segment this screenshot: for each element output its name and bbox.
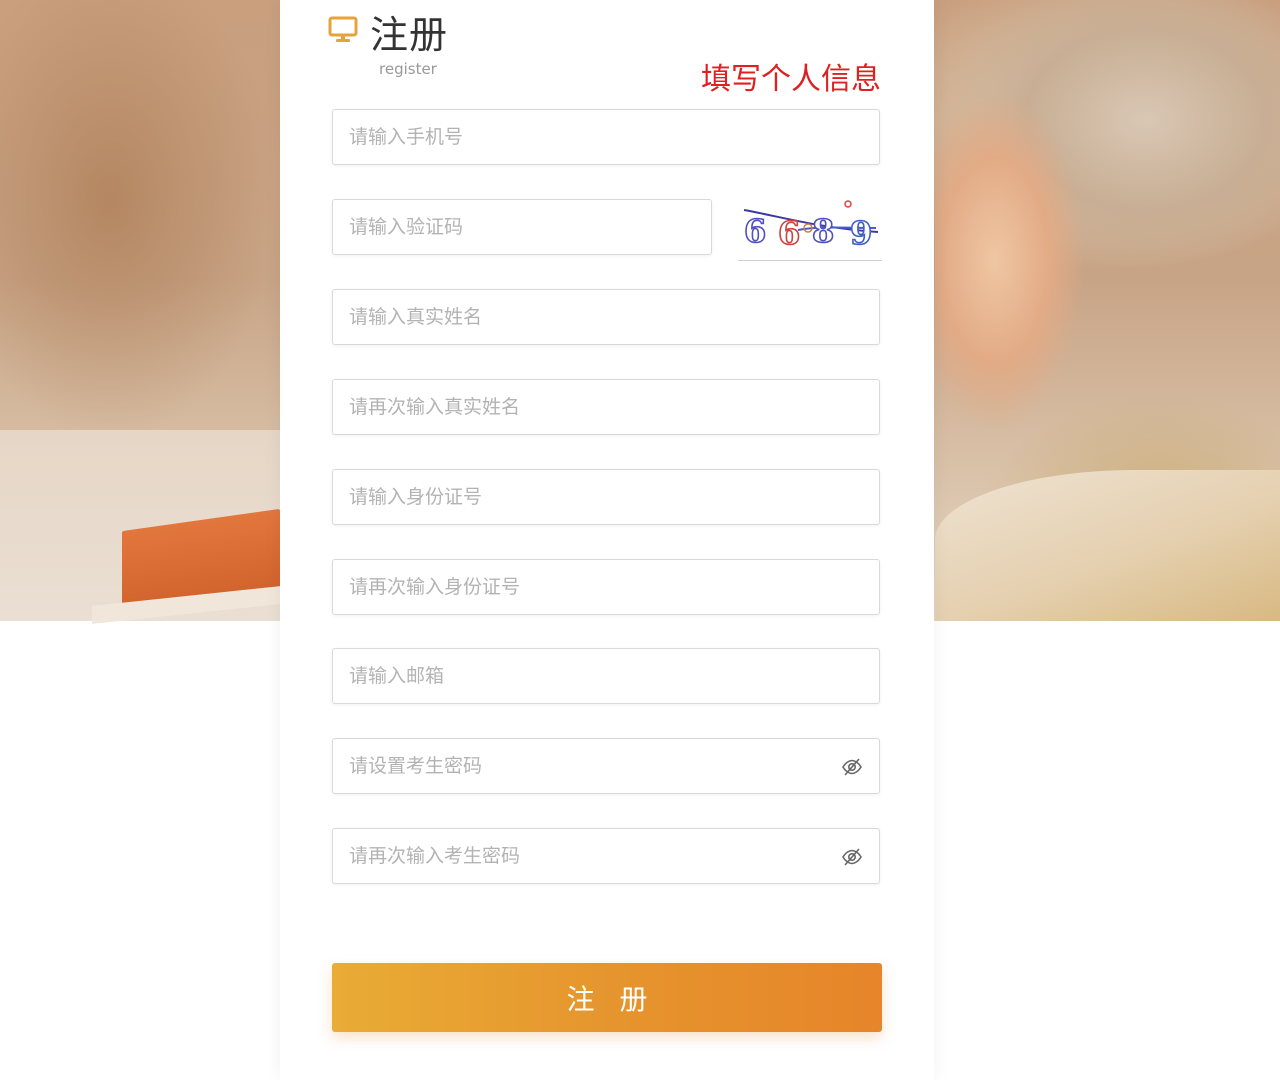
captcha-graphic: 6 6 8 9 bbox=[743, 200, 879, 253]
email-field[interactable] bbox=[332, 648, 880, 704]
annotation-text: 填写个人信息 bbox=[701, 62, 881, 97]
real-name-confirm-field[interactable] bbox=[332, 379, 880, 435]
password-confirm-field[interactable] bbox=[332, 828, 880, 884]
id-card-confirm-field[interactable] bbox=[332, 559, 880, 615]
real-name-field[interactable] bbox=[332, 289, 880, 345]
phone-field[interactable] bbox=[332, 109, 880, 165]
page-subtitle: register bbox=[379, 60, 437, 78]
verification-code-field[interactable] bbox=[332, 199, 712, 255]
background-cloth bbox=[935, 470, 1280, 621]
svg-text:6: 6 bbox=[778, 214, 800, 252]
register-card: 注册 register 填写个人信息 6 6 8 9 bbox=[280, 0, 934, 1080]
phone-input[interactable] bbox=[333, 110, 879, 164]
id-card-field[interactable] bbox=[332, 469, 880, 525]
eye-slash-icon[interactable] bbox=[841, 846, 863, 868]
captcha-image[interactable]: 6 6 8 9 bbox=[738, 198, 882, 261]
page: 注册 register 填写个人信息 6 6 8 9 bbox=[0, 0, 1280, 1080]
svg-text:6: 6 bbox=[744, 212, 766, 250]
password-confirm-input[interactable] bbox=[333, 829, 879, 883]
svg-text:9: 9 bbox=[850, 214, 872, 252]
password-field[interactable] bbox=[332, 738, 880, 794]
id-card-input[interactable] bbox=[333, 470, 879, 524]
email-input[interactable] bbox=[333, 649, 879, 703]
register-header: 注册 register 填写个人信息 bbox=[328, 8, 888, 98]
real-name-confirm-input[interactable] bbox=[333, 380, 879, 434]
eye-slash-icon[interactable] bbox=[841, 756, 863, 778]
svg-text:8: 8 bbox=[812, 212, 834, 250]
register-button[interactable]: 注 册 bbox=[332, 963, 882, 1032]
verification-code-input[interactable] bbox=[333, 200, 711, 254]
id-card-confirm-input[interactable] bbox=[333, 560, 879, 614]
page-title: 注册 bbox=[370, 13, 449, 57]
background-face bbox=[935, 60, 1085, 440]
monitor-icon bbox=[328, 16, 358, 42]
password-input[interactable] bbox=[333, 739, 879, 793]
real-name-input[interactable] bbox=[333, 290, 879, 344]
